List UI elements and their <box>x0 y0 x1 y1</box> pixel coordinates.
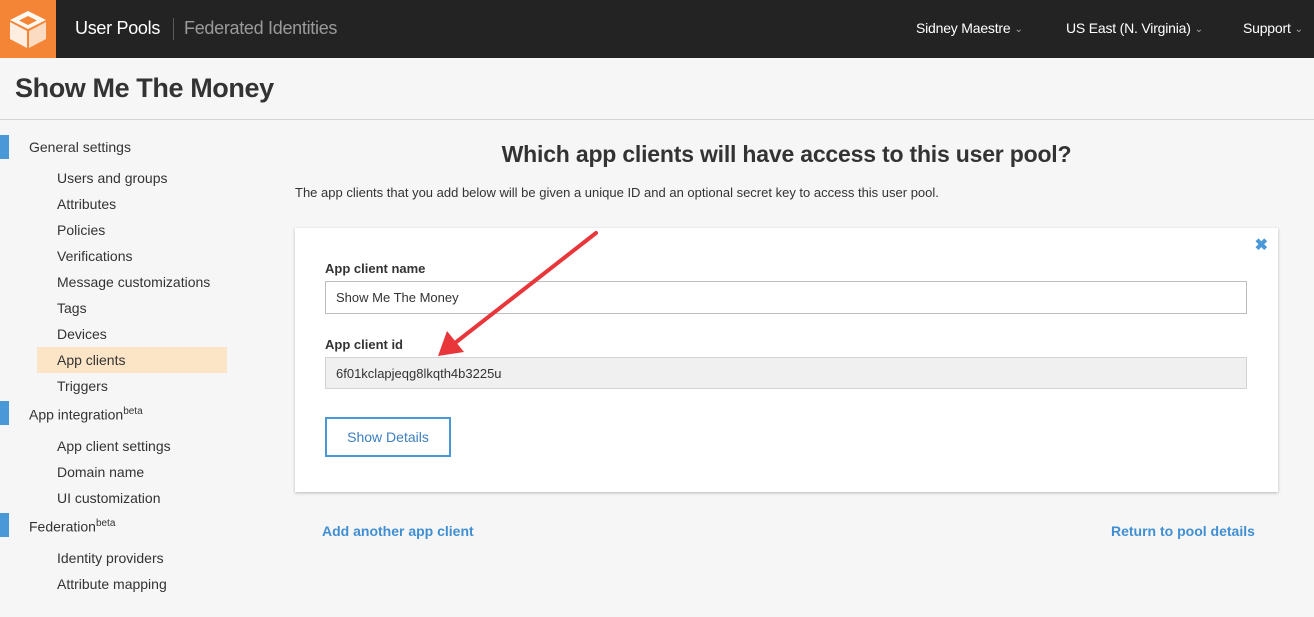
chevron-down-icon: ⌄ <box>1294 24 1303 35</box>
sidebar-item-identity-providers[interactable]: Identity providers <box>57 550 164 566</box>
main-description: The app clients that you add below will … <box>295 185 939 200</box>
show-details-button[interactable]: Show Details <box>325 417 451 457</box>
title-divider <box>0 119 1314 120</box>
region-menu[interactable]: US East (N. Virginia) ⌄ <box>1066 20 1203 36</box>
section-marker <box>0 401 9 425</box>
nav-user-pools[interactable]: User Pools <box>75 18 160 39</box>
app-client-name-input[interactable] <box>325 281 1247 314</box>
sidebar-item-message-customizations[interactable]: Message customizations <box>57 274 210 290</box>
app-client-id-label: App client id <box>325 337 403 352</box>
user-menu-label: Sidney Maestre <box>916 20 1011 36</box>
sidebar-section-general-settings[interactable]: General settings <box>29 139 131 155</box>
sidebar-item-app-client-settings[interactable]: App client settings <box>57 438 171 454</box>
main-heading: Which app clients will have access to th… <box>501 141 1072 167</box>
nav-federated-identities[interactable]: Federated Identities <box>184 18 337 39</box>
sidebar-item-attribute-mapping[interactable]: Attribute mapping <box>57 576 167 592</box>
support-menu-label: Support <box>1243 20 1291 36</box>
region-menu-label: US East (N. Virginia) <box>1066 20 1191 36</box>
section-marker <box>0 135 9 159</box>
sidebar-item-ui-customization[interactable]: UI customization <box>57 490 160 506</box>
close-icon[interactable]: ✖ <box>1255 238 1268 254</box>
sidebar-section-app-integration[interactable]: App integrationbeta <box>29 406 143 423</box>
top-navigation-bar: User Pools Federated Identities Sidney M… <box>0 0 1314 58</box>
cognito-cube-icon[interactable] <box>0 0 56 58</box>
sidebar-item-domain-name[interactable]: Domain name <box>57 464 144 480</box>
sidebar-item-verifications[interactable]: Verifications <box>57 248 132 264</box>
sidebar-item-app-clients[interactable]: App clients <box>57 352 125 368</box>
beta-badge: beta <box>95 518 116 529</box>
chevron-down-icon: ⌄ <box>1194 24 1203 35</box>
page-title: Show Me The Money <box>15 73 274 103</box>
sidebar-item-tags[interactable]: Tags <box>57 300 87 316</box>
sidebar-item-policies[interactable]: Policies <box>57 222 105 238</box>
sidebar-item-users-and-groups[interactable]: Users and groups <box>57 170 168 186</box>
beta-badge: beta <box>123 406 143 417</box>
return-to-pool-details-link[interactable]: Return to pool details <box>1111 523 1255 539</box>
app-client-id-field[interactable] <box>325 357 1247 389</box>
section-marker <box>0 513 9 537</box>
app-client-card: ✖ App client name App client id Show Det… <box>295 228 1278 492</box>
sidebar-item-devices[interactable]: Devices <box>57 326 107 342</box>
sidebar-item-attributes[interactable]: Attributes <box>57 196 116 212</box>
sidebar-section-federation[interactable]: Federationbeta <box>29 518 115 535</box>
user-menu[interactable]: Sidney Maestre ⌄ <box>916 20 1023 36</box>
section-label: Federation <box>29 518 96 535</box>
chevron-down-icon: ⌄ <box>1014 24 1023 35</box>
add-another-app-client-link[interactable]: Add another app client <box>322 523 474 539</box>
nav-divider <box>173 18 174 40</box>
sidebar-item-triggers[interactable]: Triggers <box>57 378 108 394</box>
section-label: App integration <box>29 406 124 423</box>
app-client-name-label: App client name <box>325 261 426 276</box>
support-menu[interactable]: Support ⌄ <box>1243 20 1303 36</box>
